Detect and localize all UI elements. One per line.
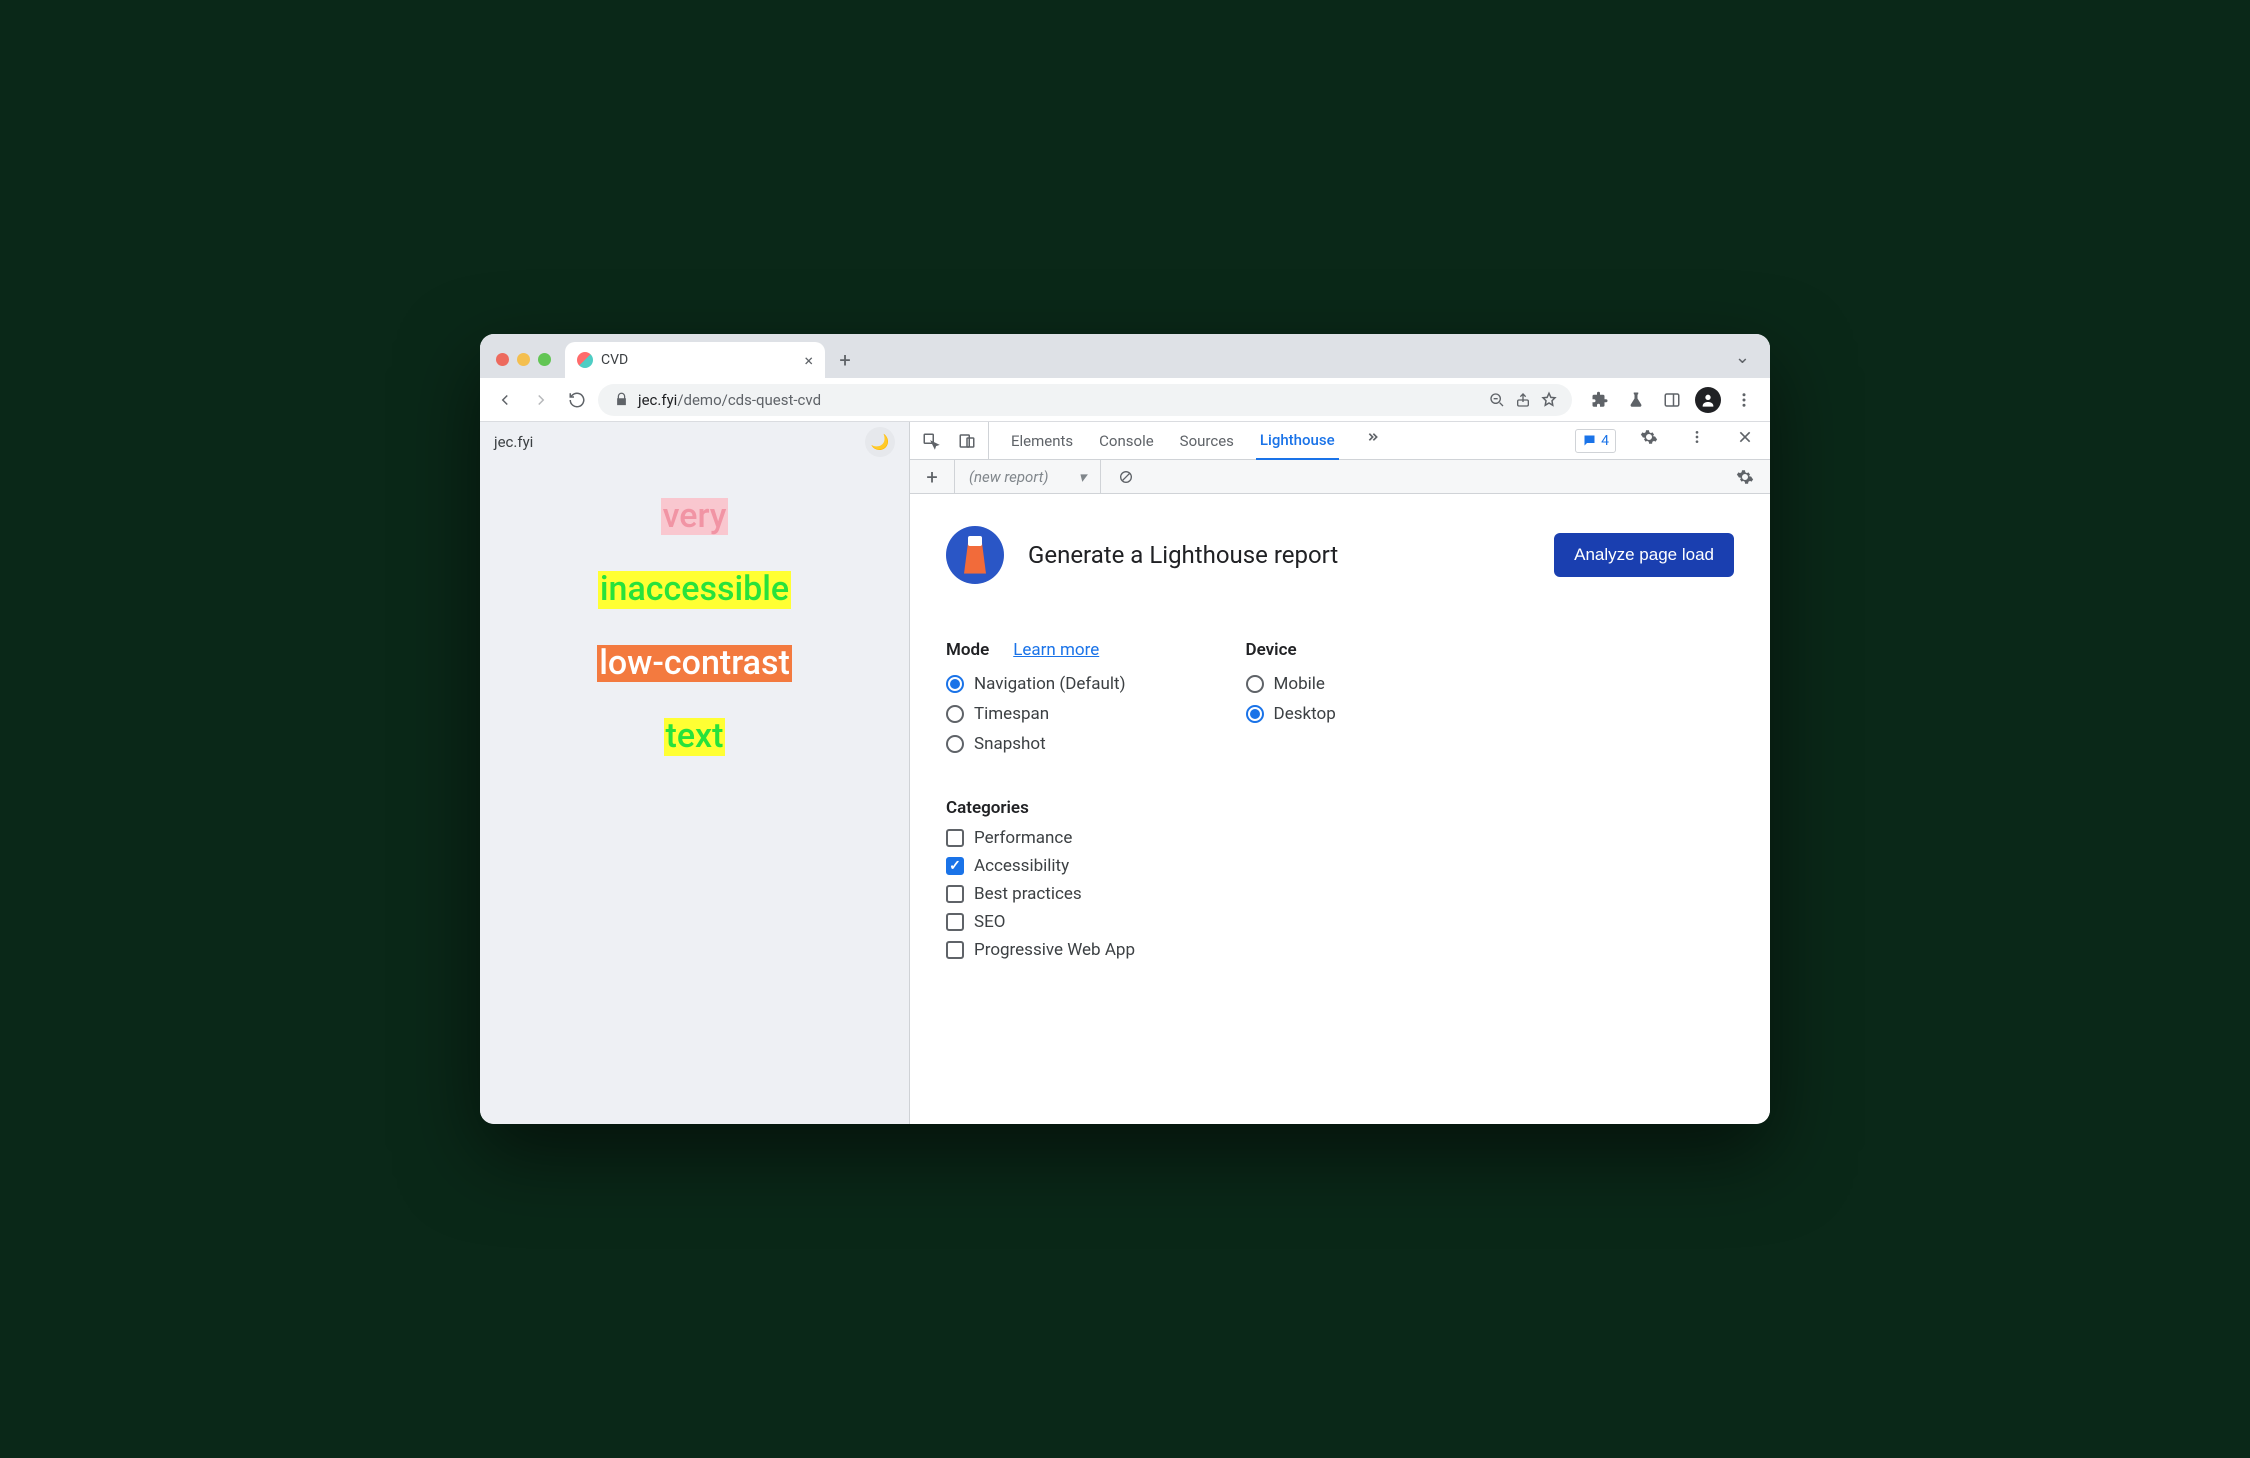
report-dropdown[interactable]: (new report) ▾: [954, 460, 1101, 493]
site-name: jec.fyi: [494, 433, 533, 451]
kebab-menu-button[interactable]: [1728, 384, 1760, 416]
forward-button[interactable]: [526, 385, 556, 415]
checkbox-icon: [946, 941, 964, 959]
devtools-kebab-icon[interactable]: [1682, 422, 1712, 452]
radio-icon: [1246, 705, 1264, 723]
report-dropdown-label: (new report): [969, 468, 1048, 486]
mode-label: Mode: [946, 640, 989, 660]
tab-strip: CVD × + ⌄: [480, 334, 1770, 378]
clear-icon[interactable]: [1111, 462, 1141, 492]
devtools-tabs: Elements Console Sources Lighthouse 4: [910, 422, 1770, 460]
new-report-plus-icon[interactable]: +: [920, 465, 944, 489]
lighthouse-title: Generate a Lighthouse report: [1028, 541, 1530, 569]
checkbox-icon: [946, 829, 964, 847]
checkbox-icon: [946, 913, 964, 931]
toolbar: jec.fyi/demo/cds-quest-cvd: [480, 378, 1770, 422]
tab-lighthouse[interactable]: Lighthouse: [1256, 422, 1339, 460]
bookmark-star-icon[interactable]: [1540, 391, 1558, 409]
inspect-element-icon[interactable]: [916, 426, 946, 456]
tab-sources[interactable]: Sources: [1176, 422, 1238, 459]
sample-text-3: low-contrast: [597, 645, 792, 682]
settings-gear-icon[interactable]: [1634, 422, 1664, 452]
moon-icon: 🌙: [871, 433, 890, 451]
lighthouse-settings-gear-icon[interactable]: [1730, 462, 1760, 492]
mode-option-snapshot[interactable]: Snapshot: [946, 734, 1126, 754]
more-tabs-icon[interactable]: [1357, 422, 1387, 452]
category-accessibility[interactable]: Accessibility: [946, 856, 1734, 876]
category-performance[interactable]: Performance: [946, 828, 1734, 848]
radio-icon: [946, 675, 964, 693]
side-panel-icon[interactable]: [1656, 384, 1688, 416]
window-controls: [490, 353, 559, 378]
checkbox-icon: [946, 885, 964, 903]
url-text: jec.fyi/demo/cds-quest-cvd: [638, 391, 821, 409]
minimize-window-button[interactable]: [517, 353, 530, 366]
extensions-icon[interactable]: [1584, 384, 1616, 416]
tab-elements[interactable]: Elements: [1007, 422, 1077, 459]
tab-console[interactable]: Console: [1095, 422, 1158, 459]
close-tab-button[interactable]: ×: [804, 351, 813, 370]
page-viewport: jec.fyi 🌙 very inaccessible low-contrast…: [480, 422, 910, 1124]
close-window-button[interactable]: [496, 353, 509, 366]
lighthouse-subbar: + (new report) ▾: [910, 460, 1770, 494]
back-button[interactable]: [490, 385, 520, 415]
checkbox-icon: [946, 857, 964, 875]
device-option-desktop[interactable]: Desktop: [1246, 704, 1336, 724]
tab-list-button[interactable]: ⌄: [1735, 347, 1750, 368]
close-devtools-icon[interactable]: [1730, 422, 1760, 452]
favicon-icon: [577, 352, 593, 368]
share-icon[interactable]: [1514, 391, 1532, 409]
category-seo[interactable]: SEO: [946, 912, 1734, 932]
address-bar[interactable]: jec.fyi/demo/cds-quest-cvd: [598, 384, 1572, 416]
dropdown-caret-icon: ▾: [1078, 468, 1086, 486]
tab-title: CVD: [601, 352, 796, 368]
device-toolbar-icon[interactable]: [952, 426, 982, 456]
analyze-page-load-button[interactable]: Analyze page load: [1554, 533, 1734, 577]
mode-group: Mode Learn more Navigation (Default) Tim…: [946, 640, 1126, 754]
lock-icon: [612, 391, 630, 409]
avatar-icon: [1695, 387, 1721, 413]
issues-count: 4: [1601, 433, 1609, 449]
labs-icon[interactable]: [1620, 384, 1652, 416]
category-best-practices[interactable]: Best practices: [946, 884, 1734, 904]
devtools-panel: Elements Console Sources Lighthouse 4: [910, 422, 1770, 1124]
sample-text-2: inaccessible: [598, 571, 791, 608]
sample-text-4: text: [664, 718, 726, 755]
device-group: Device Mobile Desktop: [1246, 640, 1336, 754]
radio-icon: [946, 735, 964, 753]
learn-more-link[interactable]: Learn more: [1013, 640, 1099, 660]
issues-badge[interactable]: 4: [1575, 429, 1616, 453]
new-tab-button[interactable]: +: [831, 346, 859, 374]
mode-option-timespan[interactable]: Timespan: [946, 704, 1126, 724]
categories-label: Categories: [946, 798, 1734, 818]
reload-button[interactable]: [562, 385, 592, 415]
radio-icon: [1246, 675, 1264, 693]
device-option-mobile[interactable]: Mobile: [1246, 674, 1336, 694]
maximize-window-button[interactable]: [538, 353, 551, 366]
sample-text-1: very: [661, 498, 729, 535]
browser-window: CVD × + ⌄ jec.fyi/demo/cds-quest-cvd: [480, 334, 1770, 1124]
mode-option-navigation[interactable]: Navigation (Default): [946, 674, 1126, 694]
profile-button[interactable]: [1692, 384, 1724, 416]
lighthouse-logo-icon: [946, 526, 1004, 584]
device-label: Device: [1246, 640, 1297, 660]
category-pwa[interactable]: Progressive Web App: [946, 940, 1734, 960]
categories-group: Categories Performance Accessibility Bes…: [946, 798, 1734, 960]
theme-toggle-button[interactable]: 🌙: [865, 427, 895, 457]
radio-icon: [946, 705, 964, 723]
browser-tab[interactable]: CVD ×: [565, 342, 825, 378]
zoom-out-icon[interactable]: [1488, 391, 1506, 409]
